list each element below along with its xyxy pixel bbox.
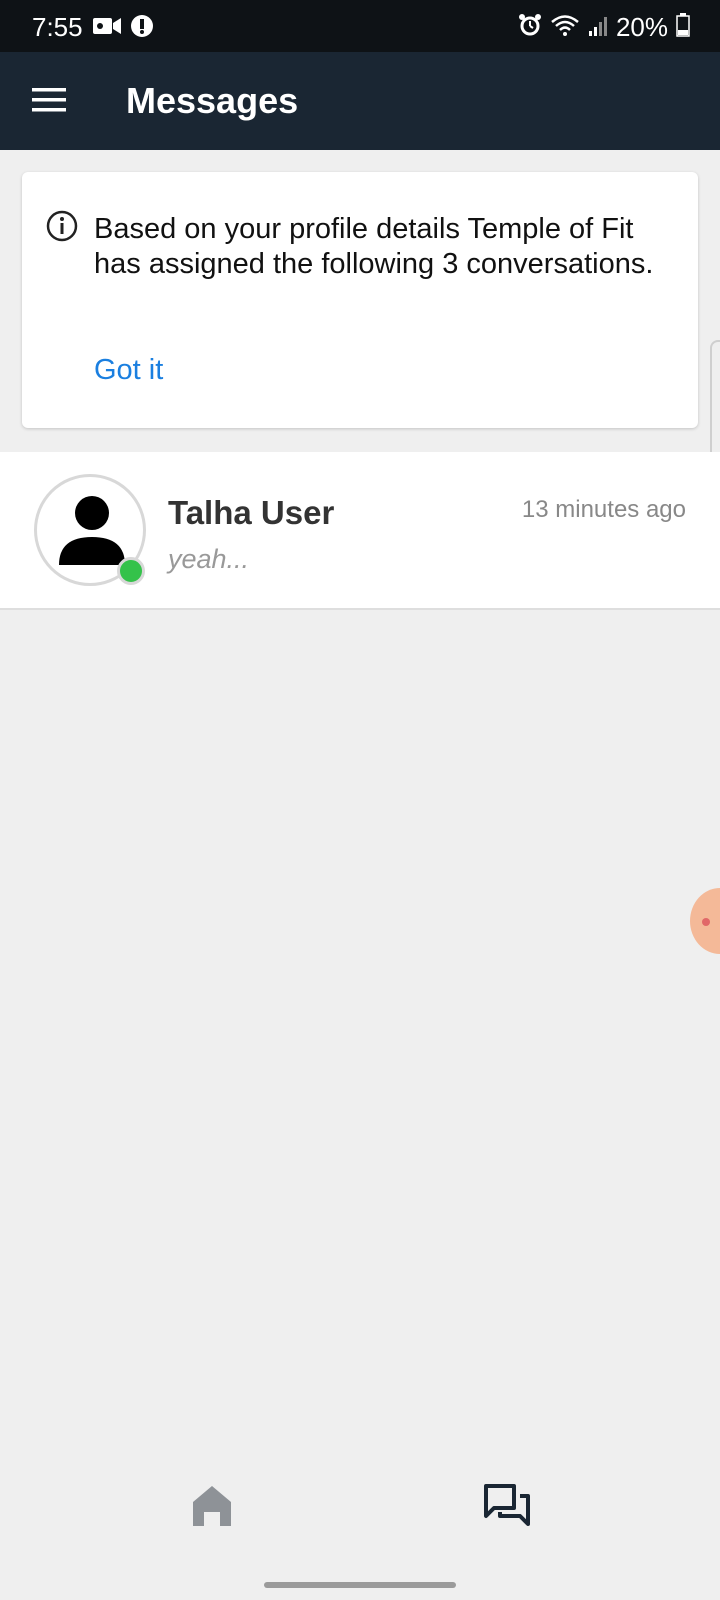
info-banner-text: Based on your profile details Temple of … bbox=[94, 213, 654, 280]
alarm-icon bbox=[518, 13, 542, 42]
online-status-indicator bbox=[117, 557, 145, 585]
hamburger-menu-icon[interactable] bbox=[32, 86, 66, 114]
bubble-dot-icon bbox=[702, 918, 710, 926]
got-it-button[interactable]: Got it bbox=[94, 354, 163, 387]
battery-icon bbox=[676, 13, 690, 42]
conversation-preview: yeah... bbox=[168, 544, 250, 574]
conversation-name: Talha User bbox=[168, 494, 335, 531]
status-bar: 7:55 20% bbox=[0, 0, 720, 52]
conversation-time: 13 minutes ago bbox=[521, 496, 686, 523]
app-bar: Messages bbox=[0, 52, 720, 150]
gesture-navigation-bar[interactable] bbox=[264, 1582, 456, 1588]
battery-percentage: 20% bbox=[615, 12, 668, 42]
avatar bbox=[34, 474, 146, 586]
video-camera-icon bbox=[92, 15, 122, 42]
status-time: 7:55 bbox=[32, 12, 83, 42]
status-app-icon bbox=[130, 14, 154, 43]
nav-messages[interactable] bbox=[484, 1484, 530, 1528]
status-right-icons: 20% bbox=[518, 12, 690, 43]
info-icon bbox=[46, 210, 78, 242]
status-left-icons bbox=[92, 14, 154, 43]
info-banner: Based on your profile details Temple of … bbox=[22, 172, 698, 428]
floating-chat-bubble[interactable] bbox=[690, 888, 720, 954]
signal-icon bbox=[588, 13, 608, 42]
bottom-navigation bbox=[0, 1458, 720, 1568]
home-icon bbox=[193, 1486, 231, 1526]
page-title: Messages bbox=[126, 80, 299, 121]
conversation-row[interactable]: Talha User yeah... 13 minutes ago bbox=[0, 452, 720, 610]
wifi-icon bbox=[550, 13, 580, 42]
messages-icon bbox=[484, 1484, 530, 1526]
nav-home[interactable] bbox=[190, 1484, 234, 1528]
